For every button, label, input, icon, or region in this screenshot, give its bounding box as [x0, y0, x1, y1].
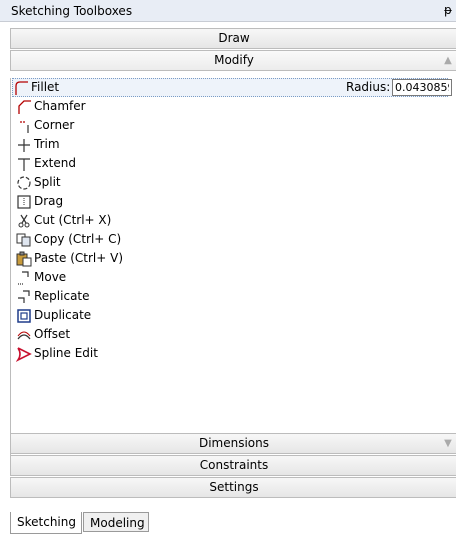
dimensions-section-button[interactable]: Dimensions ▼: [10, 433, 456, 454]
tool-paste[interactable]: Paste (Ctrl+ V): [16, 249, 123, 268]
fillet-icon: [13, 80, 29, 96]
spline-edit-icon: [15, 346, 32, 362]
copy-icon: [16, 232, 32, 248]
tool-label: Cut (Ctrl+ X): [34, 213, 112, 227]
toolbox-panel: Draw Modify ▲ Fillet Radius: Chamfer Cor…: [10, 28, 456, 507]
tool-label: Drag: [34, 194, 64, 208]
toolbox-title-bar: Sketching Toolboxes ᵽ: [0, 0, 456, 22]
tool-offset[interactable]: Offset: [16, 325, 70, 344]
tool-extend[interactable]: Extend: [16, 154, 76, 173]
tool-label: Paste (Ctrl+ V): [34, 251, 123, 265]
replicate-icon: [16, 289, 32, 305]
radius-input[interactable]: [392, 79, 452, 96]
tool-label: Move: [34, 270, 67, 284]
tool-label: Copy (Ctrl+ C): [34, 232, 122, 246]
move-icon: [16, 270, 32, 286]
drag-icon: [16, 194, 32, 210]
chamfer-icon: [16, 99, 32, 115]
tool-label: Spline Edit: [34, 346, 98, 360]
tab-sketching[interactable]: Sketching: [10, 512, 82, 534]
settings-section-button[interactable]: Settings: [10, 477, 456, 498]
tool-spline-edit[interactable]: Spline Edit: [15, 344, 98, 363]
radius-label: Radius:: [346, 80, 391, 94]
tool-move[interactable]: Move: [16, 268, 66, 287]
tool-replicate[interactable]: Replicate: [16, 287, 90, 306]
draw-section-button[interactable]: Draw: [10, 28, 456, 49]
trim-icon: [16, 137, 32, 153]
tool-trim[interactable]: Trim: [16, 135, 60, 154]
tool-label: Duplicate: [34, 308, 92, 322]
scroll-up-icon[interactable]: ▲: [439, 51, 456, 70]
split-icon: [16, 175, 32, 191]
tool-split[interactable]: Split: [16, 173, 61, 192]
extend-icon: [16, 156, 32, 172]
tool-label: Offset: [34, 327, 71, 341]
tab-modeling[interactable]: Modeling: [83, 512, 149, 532]
modify-section-button[interactable]: Modify ▲: [10, 50, 456, 71]
constraints-section-button[interactable]: Constraints: [10, 455, 456, 476]
tool-label: Trim: [34, 137, 60, 151]
window-title: Sketching Toolboxes: [11, 4, 133, 18]
tool-duplicate[interactable]: Duplicate: [16, 306, 91, 325]
tool-corner[interactable]: Corner: [16, 116, 74, 135]
tool-label: Replicate: [34, 289, 90, 303]
scissors-icon: [16, 213, 32, 229]
pin-icon[interactable]: ᵽ: [444, 3, 452, 17]
corner-icon: [16, 118, 32, 134]
tool-chamfer[interactable]: Chamfer: [16, 97, 86, 116]
paste-icon: [16, 251, 32, 267]
tool-label: Split: [34, 175, 61, 189]
tool-cut[interactable]: Cut (Ctrl+ X): [16, 211, 111, 230]
tool-label: Fillet: [31, 80, 60, 94]
scroll-down-icon[interactable]: ▼: [439, 434, 456, 453]
tool-copy[interactable]: Copy (Ctrl+ C): [16, 230, 121, 249]
tool-fillet[interactable]: Fillet Radius:: [12, 78, 452, 97]
duplicate-icon: [16, 308, 32, 324]
modify-section-label: Modify: [214, 53, 254, 67]
tool-drag[interactable]: Drag: [16, 192, 63, 211]
tool-label: Extend: [34, 156, 76, 170]
offset-icon: [16, 327, 32, 343]
tool-label: Corner: [34, 118, 75, 132]
tool-label: Chamfer: [34, 99, 86, 113]
modify-tool-list: Fillet Radius: Chamfer Corner Trim: [10, 78, 456, 461]
dimensions-section-label: Dimensions: [198, 436, 270, 450]
